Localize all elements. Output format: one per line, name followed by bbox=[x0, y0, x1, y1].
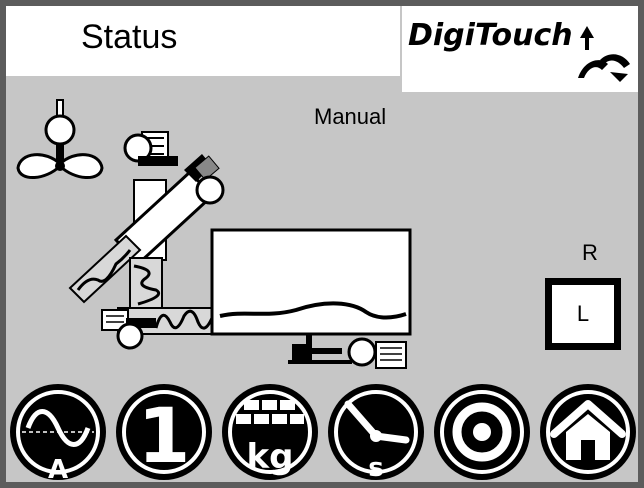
record-button[interactable] bbox=[432, 382, 532, 482]
current-button-label: A bbox=[48, 455, 68, 482]
sine-wave-ampere-icon: A bbox=[10, 384, 106, 482]
status-screen: Status DigiTouch Manual R L A 1 kg s bbox=[0, 0, 644, 488]
title-bar: Status bbox=[6, 6, 400, 76]
time-button[interactable]: s bbox=[326, 382, 426, 482]
number-one-icon: 1 bbox=[116, 384, 212, 480]
bottom-toolbar: A 1 kg s bbox=[6, 378, 638, 482]
time-button-label: s bbox=[368, 453, 383, 482]
program-1-button[interactable]: 1 bbox=[114, 382, 214, 482]
program-1-button-label: 1 bbox=[138, 391, 191, 480]
left-select-button[interactable]: L bbox=[545, 278, 621, 350]
machine-diagram bbox=[16, 99, 412, 369]
bricks-kg-icon: kg bbox=[222, 384, 318, 480]
clock-seconds-icon: s bbox=[328, 384, 424, 482]
home-icon bbox=[540, 384, 636, 480]
fan-icon bbox=[16, 99, 104, 179]
tank bbox=[210, 228, 412, 369]
page-title: Status bbox=[81, 18, 178, 56]
home-button[interactable] bbox=[538, 382, 638, 482]
right-indicator-label: R bbox=[582, 240, 598, 265]
brand-logo: DigiTouch bbox=[402, 6, 638, 92]
current-button[interactable]: A bbox=[8, 382, 108, 482]
left-select-button-label: L bbox=[576, 301, 590, 326]
brand-swoosh-icon bbox=[578, 26, 630, 82]
brand-name: DigiTouch bbox=[408, 18, 573, 53]
weight-button[interactable]: kg bbox=[220, 382, 320, 482]
weight-button-label: kg bbox=[247, 437, 294, 477]
target-circle-icon bbox=[434, 384, 530, 480]
